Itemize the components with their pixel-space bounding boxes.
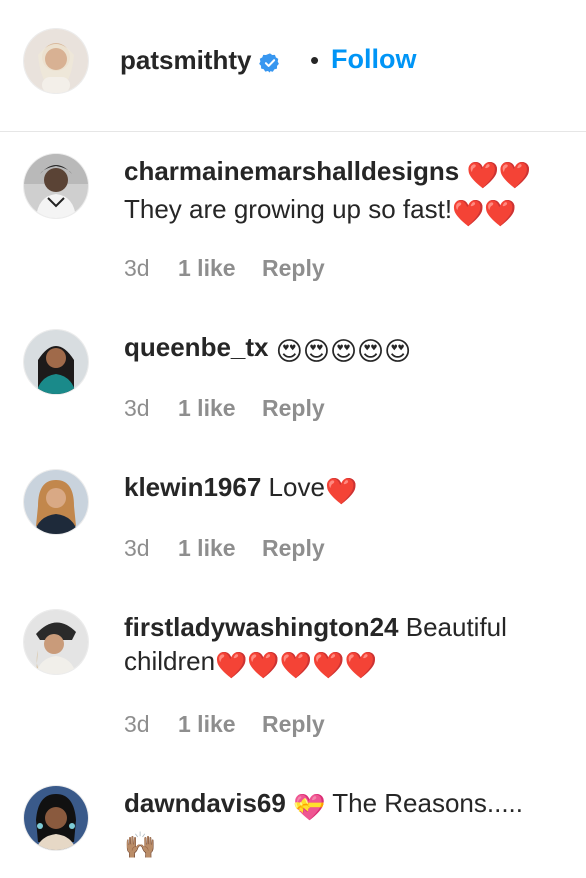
- comment-body: charmainemarshalldesigns ❤️❤️ They are g…: [124, 154, 564, 230]
- comment-text: Love: [268, 472, 325, 502]
- comment-meta: 3d 1 like Reply: [124, 254, 325, 282]
- heart-emoji: ❤️❤️❤️❤️❤️: [215, 650, 377, 680]
- comment-body: klewin1967 Love❤️: [124, 470, 564, 508]
- reply-button[interactable]: Reply: [262, 394, 325, 422]
- commenter-username[interactable]: firstladywashington24: [124, 612, 399, 642]
- separator-dot: •: [310, 45, 320, 75]
- heart-emoji: ❤️: [324, 476, 358, 506]
- comment-likes[interactable]: 1 like: [178, 254, 262, 282]
- follow-button[interactable]: Follow: [331, 42, 416, 76]
- comment-meta: 3d 1 like Reply: [124, 394, 325, 422]
- heart-eyes-emoji: 😍😍😍😍😍: [275, 336, 412, 366]
- comment-text: The Reasons.....: [332, 788, 523, 818]
- author-username[interactable]: patsmithty: [120, 44, 281, 76]
- comment-meta: 3d 1 like Reply: [124, 534, 325, 562]
- comment-body: firstladywashington24 Beautiful children…: [124, 610, 564, 682]
- comment-body: queenbe_tx 😍😍😍😍😍: [124, 330, 564, 368]
- heart-emoji: ❤️❤️: [452, 198, 517, 228]
- comment-likes[interactable]: 1 like: [178, 394, 262, 422]
- verified-badge-icon: [259, 49, 281, 73]
- comment-meta: 3d 1 like Reply: [124, 710, 325, 738]
- commenter-avatar[interactable]: [24, 610, 88, 674]
- reply-button[interactable]: Reply: [262, 254, 325, 282]
- reply-button[interactable]: Reply: [262, 710, 325, 738]
- commenter-avatar[interactable]: [24, 154, 88, 218]
- comment-time: 3d: [124, 395, 150, 421]
- post-header: patsmithty • Follow: [0, 0, 586, 132]
- comment-time: 3d: [124, 535, 150, 561]
- raising-hands-emoji: 🙌🏽: [124, 830, 157, 860]
- comment-text: They are growing up so fast!: [124, 194, 453, 224]
- comment-time: 3d: [124, 255, 150, 281]
- comment-time: 3d: [124, 711, 150, 737]
- commenter-username[interactable]: charmainemarshalldesigns: [124, 156, 459, 186]
- commenter-avatar[interactable]: [24, 470, 88, 534]
- author-avatar[interactable]: [24, 29, 88, 93]
- gift-heart-emoji: 💝: [293, 792, 326, 822]
- author-username-text[interactable]: patsmithty: [120, 44, 251, 76]
- commenter-avatar[interactable]: [24, 330, 88, 394]
- commenter-avatar[interactable]: [24, 786, 88, 850]
- reply-button[interactable]: Reply: [262, 534, 325, 562]
- comment-likes[interactable]: 1 like: [178, 534, 262, 562]
- commenter-username[interactable]: klewin1967: [124, 472, 261, 502]
- heart-emoji: ❤️❤️: [466, 160, 532, 190]
- commenter-username[interactable]: dawndavis69: [124, 788, 286, 818]
- comment-likes[interactable]: 1 like: [178, 710, 262, 738]
- commenter-username[interactable]: queenbe_tx: [124, 332, 269, 362]
- comment-body: dawndavis69 💝 The Reasons..... 🙌🏽: [124, 786, 564, 862]
